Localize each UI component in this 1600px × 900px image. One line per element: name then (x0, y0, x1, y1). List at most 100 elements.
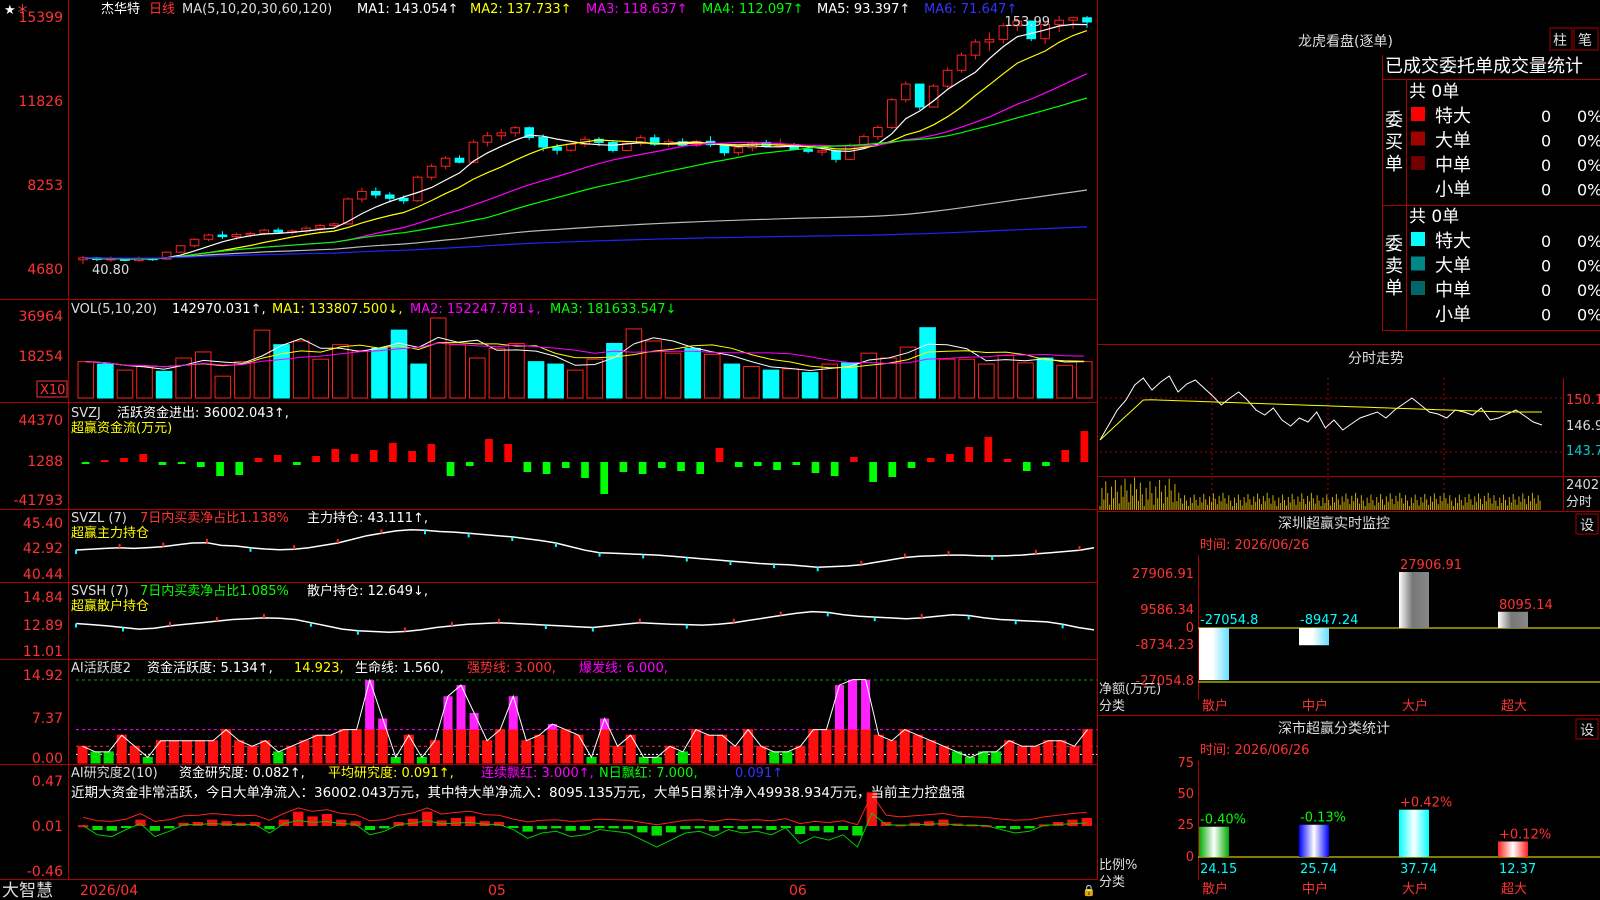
ai-research-bar (751, 826, 763, 829)
ai-bar (364, 729, 375, 764)
pen-mode-label: 笔 (1578, 33, 1592, 49)
buy-row-count: 0 (1541, 132, 1551, 151)
sell-row-swatch (1411, 281, 1425, 295)
volume-bar (390, 329, 408, 399)
y-tick: 11.01 (23, 644, 63, 660)
y-tick: 0.00 (32, 751, 63, 767)
volume-bar (1056, 364, 1073, 399)
buy-row-pct: 0% (1577, 181, 1600, 200)
ai-bar-burst (469, 712, 479, 730)
y-tick: 25 (1177, 818, 1194, 833)
candle-body (984, 38, 995, 43)
vol-ma1: MA1: 133807.500↓, (272, 302, 403, 317)
sz-bar (1498, 611, 1528, 628)
volume-bar (116, 369, 134, 399)
sell-row-pct: 0% (1577, 257, 1600, 276)
ai-bar (234, 740, 245, 764)
candle-body (803, 148, 813, 152)
sz-classify-time: 时间: 2026/06/26 (1200, 743, 1309, 758)
svzj-bar (888, 462, 897, 477)
ai-bar-burst (861, 679, 871, 730)
sz-bar-label: 27906.91 (1400, 558, 1462, 573)
y-tick: 9586.34 (1140, 603, 1194, 618)
svzj-bar (561, 462, 570, 468)
ai-bar (782, 751, 793, 764)
svsh-name: SVSH (7) (71, 584, 129, 599)
sell-label-char: 委 (1385, 234, 1403, 255)
ai-bar (808, 729, 819, 764)
sz-classify-xlabel: 分类 (1099, 875, 1125, 890)
favorite-star-icon[interactable]: ★ (4, 3, 16, 18)
volume-bar (469, 357, 486, 399)
buy-row-swatch (1411, 107, 1425, 121)
candle-body (733, 147, 744, 154)
svzj-bar (773, 462, 781, 470)
svzj-bar (446, 462, 455, 476)
ai-research-bar (1009, 826, 1021, 830)
air-nday: N日飘红: 7.000, (599, 765, 698, 781)
buy-label-char: 单 (1385, 154, 1403, 175)
classify-bar (1199, 826, 1229, 857)
classify-category: 大户 (1402, 881, 1428, 897)
ai-bar (181, 740, 192, 764)
ma6-value: MA6: 71.647↑ (924, 2, 1017, 17)
candle-body (259, 229, 270, 234)
svzj-bar (830, 462, 839, 476)
y-tick: -41793 (13, 493, 63, 509)
y-tick: 0.47 (32, 774, 63, 790)
y-tick: 40.44 (23, 567, 63, 583)
sz-monitor-title: 深圳超赢实时监控 (1278, 515, 1390, 532)
svsh-hold: 散户持仓: 12.649↓, (307, 583, 428, 599)
volume-bar (429, 317, 447, 399)
ai-bar (208, 740, 219, 764)
buy-total: 共 0单 (1409, 82, 1459, 102)
buy-row-name: 特大 (1435, 106, 1471, 127)
lock-icon[interactable]: 🔒 (1082, 884, 1096, 897)
intraday-title: 分时走势 (1348, 351, 1404, 367)
volume-bar (1036, 357, 1054, 399)
svzl-hold: 主力持仓: 43.111↑, (307, 511, 428, 526)
volume-bar (899, 346, 917, 399)
volume-bar (841, 362, 858, 399)
ai-bar (168, 740, 179, 764)
buy-row-count: 0 (1541, 181, 1551, 200)
ai-research-bar (579, 826, 591, 830)
ai-research-bar (737, 826, 748, 830)
tab-done[interactable]: 已成交 (1385, 56, 1439, 77)
ai-research-bar (608, 826, 619, 829)
y-tick: 36964 (18, 309, 63, 325)
buy-side-label: 委 买 单 (1385, 110, 1403, 175)
air-y-axis: 0.47 0.01 -0.46 (27, 774, 63, 880)
svsh-y-axis: 14.84 12.89 11.01 (23, 590, 63, 660)
classify-category: 散户 (1202, 881, 1228, 897)
period-label[interactable]: 日线 (149, 2, 175, 17)
sell-row-pct: 0% (1577, 306, 1600, 325)
air-v5: 0.091↑ (735, 766, 783, 781)
svzj-bars (81, 431, 1089, 494)
candle-body (510, 127, 521, 134)
classify-bar (1498, 841, 1528, 857)
volume-bar (527, 361, 545, 399)
buy-row-count: 0 (1541, 107, 1551, 126)
ai-research-bar (465, 816, 476, 826)
ai-bar-burst (365, 680, 375, 730)
candle-body (231, 234, 242, 238)
svzj-bar (754, 462, 762, 466)
ai-research-bar (622, 826, 634, 830)
tab-orders[interactable]: 委托单 (1439, 56, 1493, 77)
volume-bar (997, 355, 1015, 399)
longhu-title: 龙虎看盘(逐单) (1298, 33, 1393, 50)
volume-bar (703, 353, 721, 399)
svzj-bar (427, 444, 436, 462)
stock-name: 杰华特 (101, 2, 140, 17)
candle-body (886, 99, 897, 129)
sz-classify-title: 深市超赢分类统计 (1278, 720, 1390, 737)
sell-label-char: 卖 (1385, 256, 1403, 277)
svzj-bar (869, 462, 877, 482)
tab-volume-stats[interactable]: 成交量统计 (1493, 56, 1583, 77)
svzj-name: SVZJ (71, 406, 101, 421)
ai-bar (77, 745, 88, 764)
svzl-ratio: 7日内买卖净占比1.138% (140, 510, 289, 526)
svzl-header: SVZL (7) 7日内买卖净占比1.138% 主力持仓: 43.111↑, 超… (71, 510, 428, 541)
ai-bar (377, 729, 388, 764)
